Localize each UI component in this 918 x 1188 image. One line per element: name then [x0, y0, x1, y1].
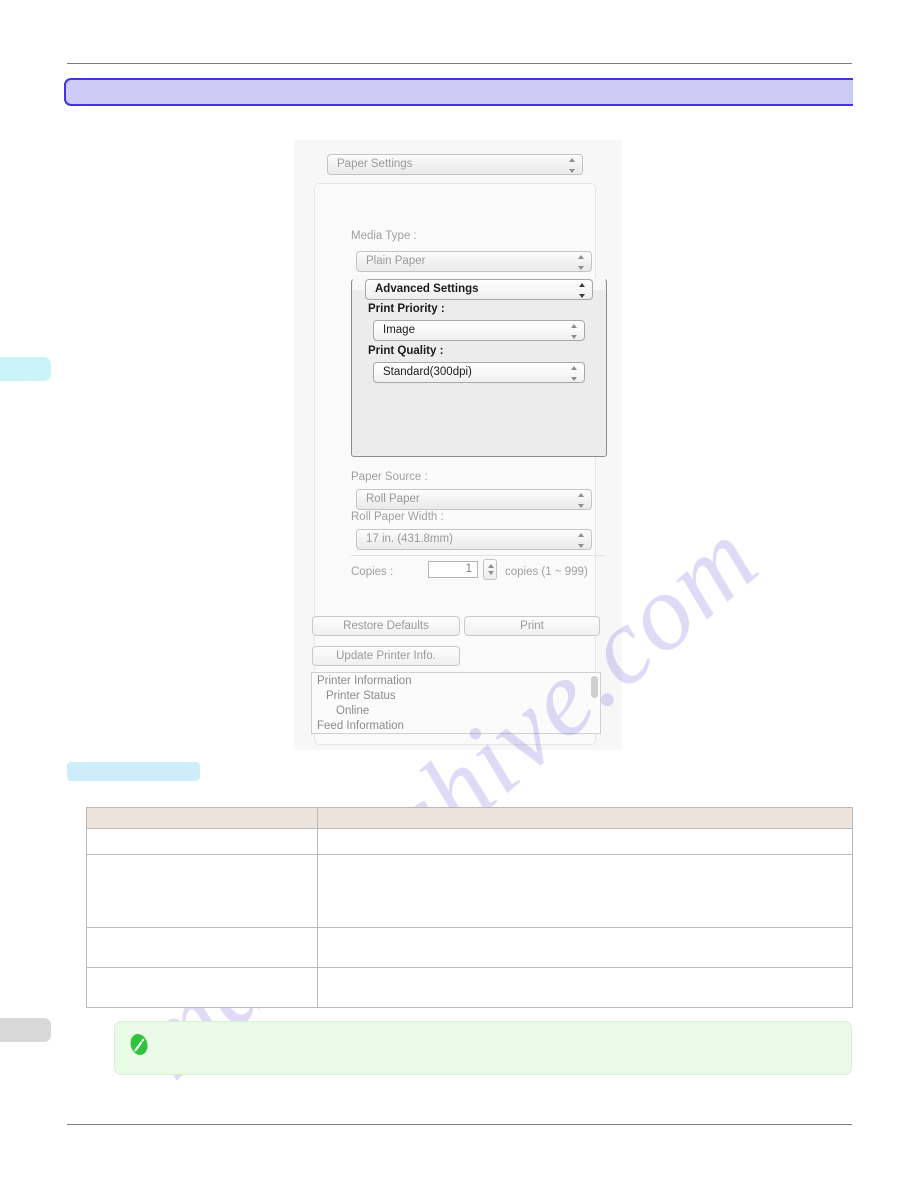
section-heading-chip — [67, 762, 200, 781]
chevron-updown-icon — [577, 493, 584, 508]
printer-information-list[interactable]: Printer Information Printer Status Onlin… — [311, 672, 601, 734]
roll-paper-width-select[interactable]: 17 in. (431.8mm) — [356, 529, 592, 550]
pencil-note-icon — [130, 1034, 148, 1055]
table-header-cell — [86, 807, 318, 829]
pane-select-paper-settings[interactable]: Paper Settings — [327, 154, 583, 175]
print-priority-select[interactable]: Image — [373, 320, 585, 341]
advanced-settings-label: Advanced Settings — [375, 283, 479, 295]
advanced-settings-select[interactable]: Advanced Settings — [365, 279, 593, 300]
restore-defaults-button[interactable]: Restore Defaults — [312, 616, 460, 636]
copies-stepper[interactable] — [483, 559, 497, 580]
print-priority-label: Print Priority : — [368, 303, 445, 315]
chevron-updown-icon — [568, 158, 575, 173]
print-quality-select[interactable]: Standard(300dpi) — [373, 362, 585, 383]
roll-paper-width-value: 17 in. (431.8mm) — [366, 533, 453, 545]
media-type-select[interactable]: Plain Paper — [356, 251, 592, 272]
printer-info-scrollbar[interactable] — [591, 676, 598, 698]
update-printer-info-button[interactable]: Update Printer Info. — [312, 646, 460, 666]
settings-reference-table — [86, 807, 853, 1008]
table-header-cell — [317, 807, 853, 829]
header-rule — [67, 63, 852, 64]
table-cell — [86, 854, 318, 928]
table-cell — [317, 927, 853, 968]
printer-info-line: Printer Status — [326, 690, 396, 702]
chevron-updown-icon — [577, 533, 584, 548]
print-button[interactable]: Print — [464, 616, 600, 636]
printer-info-line: Feed Information — [317, 720, 404, 732]
print-quality-label: Print Quality : — [368, 345, 444, 357]
copies-label: Copies : — [351, 566, 394, 578]
settings-divider — [351, 555, 605, 556]
table-row — [86, 967, 853, 1008]
copies-input[interactable]: 1 — [428, 561, 478, 578]
sidebar-item-gray-tab[interactable] — [0, 1018, 51, 1042]
print-quality-value: Standard(300dpi) — [383, 366, 472, 378]
table-cell — [86, 828, 318, 855]
pane-select-label: Paper Settings — [337, 158, 413, 170]
chevron-updown-icon — [570, 366, 577, 381]
table-row — [86, 828, 853, 855]
print-priority-value: Image — [383, 324, 415, 336]
roll-paper-width-label: Roll Paper Width : — [351, 511, 444, 523]
chevron-updown-icon — [570, 324, 577, 339]
media-type-value: Plain Paper — [366, 255, 426, 267]
media-type-label: Media Type : — [351, 230, 417, 242]
table-row — [86, 854, 853, 928]
paper-source-select[interactable]: Roll Paper — [356, 489, 592, 510]
chevron-updown-icon — [577, 255, 584, 270]
footer-rule — [67, 1124, 852, 1125]
table-cell — [86, 967, 318, 1008]
chapter-title-band — [64, 78, 853, 106]
page-canvas: manualshive.com Paper Settings Media Typ… — [0, 0, 918, 1188]
sidebar-item-cyan-tab[interactable] — [0, 357, 51, 381]
printer-info-line: Online — [336, 705, 370, 717]
stepper-up-icon[interactable] — [487, 564, 494, 568]
table-header-row — [86, 807, 853, 829]
chevron-updown-icon — [578, 283, 585, 298]
table-cell — [317, 854, 853, 928]
paper-source-value: Roll Paper — [366, 493, 420, 505]
table-cell — [317, 967, 853, 1008]
stepper-down-icon[interactable] — [487, 571, 494, 575]
printer-info-line: Printer Information — [317, 675, 412, 687]
table-cell — [86, 927, 318, 968]
copies-range-hint: copies (1 ~ 999) — [505, 566, 588, 578]
table-cell — [317, 828, 853, 855]
table-row — [86, 927, 853, 968]
paper-source-label: Paper Source : — [351, 471, 428, 483]
print-dialog-screenshot: Paper Settings Media Type : Plain Paper … — [294, 140, 622, 750]
note-callout — [114, 1021, 852, 1075]
